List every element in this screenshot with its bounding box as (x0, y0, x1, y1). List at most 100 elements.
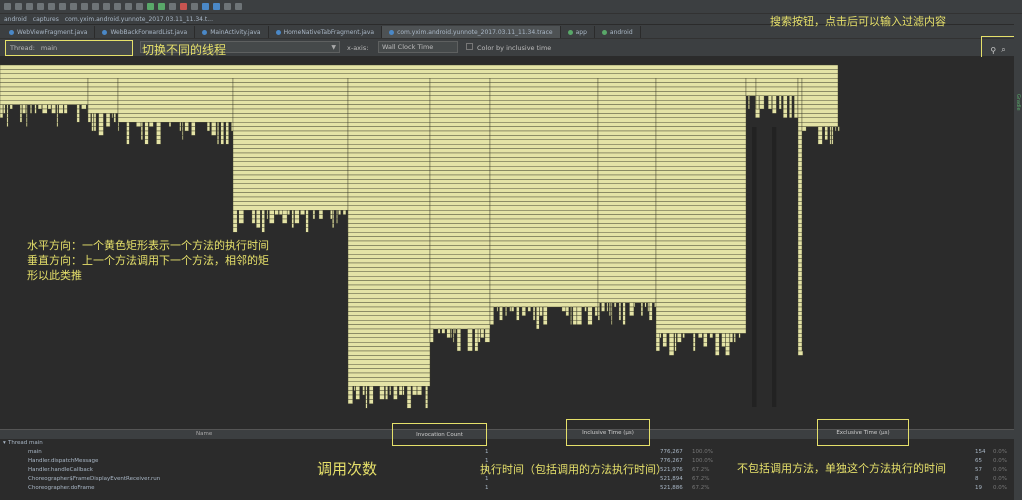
method-bar[interactable] (0, 73, 839, 79)
method-bar[interactable] (801, 78, 839, 83)
method-bar[interactable] (225, 126, 229, 132)
method-bar[interactable] (347, 121, 431, 127)
method-bar[interactable] (655, 245, 747, 250)
method-bar[interactable] (797, 258, 803, 264)
method-bar[interactable] (385, 394, 388, 400)
method-bar[interactable] (587, 311, 593, 316)
method-bar[interactable] (429, 311, 491, 316)
method-bar[interactable] (489, 108, 599, 114)
method-bar[interactable] (655, 214, 747, 220)
method-bar[interactable] (797, 192, 803, 198)
method-bar[interactable] (330, 214, 333, 220)
method-bar[interactable] (429, 86, 491, 92)
method-bar[interactable] (347, 165, 431, 171)
method-bar[interactable] (87, 78, 119, 83)
method-bar[interactable] (655, 267, 747, 272)
method-bar[interactable] (778, 100, 782, 105)
method-bar[interactable] (648, 315, 653, 321)
method-bar[interactable] (294, 214, 300, 220)
method-bar[interactable] (51, 108, 56, 114)
method-bar[interactable] (655, 126, 747, 132)
method-bar[interactable] (117, 113, 234, 119)
method-bar[interactable] (56, 108, 59, 114)
method-bar[interactable] (429, 320, 491, 325)
method-bar[interactable] (456, 333, 461, 338)
method-bar[interactable] (429, 95, 491, 101)
method-bar[interactable] (98, 126, 104, 132)
method-bar[interactable] (294, 209, 300, 215)
method-bar[interactable] (662, 342, 667, 347)
method-bar[interactable] (429, 78, 491, 83)
method-bar[interactable] (232, 205, 349, 211)
method-bar[interactable] (797, 104, 803, 110)
method-bar[interactable] (601, 302, 605, 308)
method-bar[interactable] (532, 315, 536, 321)
method-bar[interactable] (93, 113, 97, 119)
method-bar[interactable] (655, 170, 747, 176)
method-bar[interactable] (587, 306, 593, 312)
method-bar[interactable] (25, 121, 28, 127)
method-bar[interactable] (266, 214, 269, 220)
method-bar[interactable] (797, 117, 803, 123)
method-bar[interactable] (692, 342, 696, 347)
method-bar[interactable] (572, 320, 577, 325)
method-bar[interactable] (824, 126, 828, 132)
method-bar[interactable] (618, 315, 622, 321)
method-bar[interactable] (597, 86, 657, 92)
method-bar[interactable] (797, 289, 803, 294)
method-bar[interactable] (489, 258, 599, 264)
method-bar[interactable] (668, 337, 675, 343)
method-bar[interactable] (347, 350, 431, 356)
method-bar[interactable] (117, 126, 120, 132)
method-bar[interactable] (489, 152, 599, 158)
method-bar[interactable] (629, 302, 635, 308)
method-bar[interactable] (597, 275, 657, 281)
method-bar[interactable] (365, 390, 368, 396)
method-bar[interactable] (429, 267, 491, 272)
method-bar[interactable] (56, 117, 59, 123)
method-bar[interactable] (831, 126, 834, 132)
method-bar[interactable] (725, 337, 730, 343)
method-bar[interactable] (655, 139, 747, 145)
method-bar[interactable] (655, 240, 747, 246)
method-bar[interactable] (797, 121, 803, 127)
method-bar[interactable] (489, 157, 599, 163)
method-bar[interactable] (347, 399, 353, 404)
method-bar[interactable] (797, 91, 803, 97)
tab-mainactivity[interactable]: MainActivity.java (195, 26, 269, 38)
method-bar[interactable] (117, 121, 120, 127)
method-bar[interactable] (398, 390, 403, 396)
method-bar[interactable] (347, 381, 431, 387)
method-bar[interactable] (655, 346, 660, 352)
method-bar[interactable] (429, 289, 491, 294)
method-bar[interactable] (829, 135, 832, 141)
method-bar[interactable] (347, 113, 431, 119)
method-bar[interactable] (477, 337, 481, 343)
method-bar[interactable] (347, 315, 431, 321)
method-bar[interactable] (0, 95, 89, 101)
tab-webviewfragment[interactable]: WebViewFragment.java (2, 26, 96, 38)
method-bar[interactable] (305, 218, 309, 224)
method-bar[interactable] (217, 130, 220, 136)
method-bar[interactable] (489, 126, 599, 132)
method-bar[interactable] (597, 227, 657, 233)
method-bar[interactable] (467, 333, 473, 338)
method-bar[interactable] (489, 320, 494, 325)
method-bar[interactable] (597, 311, 600, 316)
method-bar[interactable] (429, 240, 491, 246)
thread-selector[interactable]: Thread: main (5, 40, 133, 56)
method-bar[interactable] (829, 130, 832, 136)
method-bar[interactable] (429, 130, 491, 136)
debug-icon[interactable] (158, 3, 165, 10)
method-bar[interactable] (655, 100, 747, 105)
method-bar[interactable] (232, 91, 349, 97)
method-bar[interactable] (232, 113, 349, 119)
method-bar[interactable] (797, 249, 803, 255)
method-bar[interactable] (677, 337, 682, 343)
method-bar[interactable] (674, 337, 677, 343)
method-bar[interactable] (91, 117, 94, 123)
method-bar[interactable] (232, 148, 349, 154)
method-bar[interactable] (365, 403, 368, 409)
method-bar[interactable] (801, 117, 839, 123)
method-bar[interactable] (725, 346, 730, 352)
